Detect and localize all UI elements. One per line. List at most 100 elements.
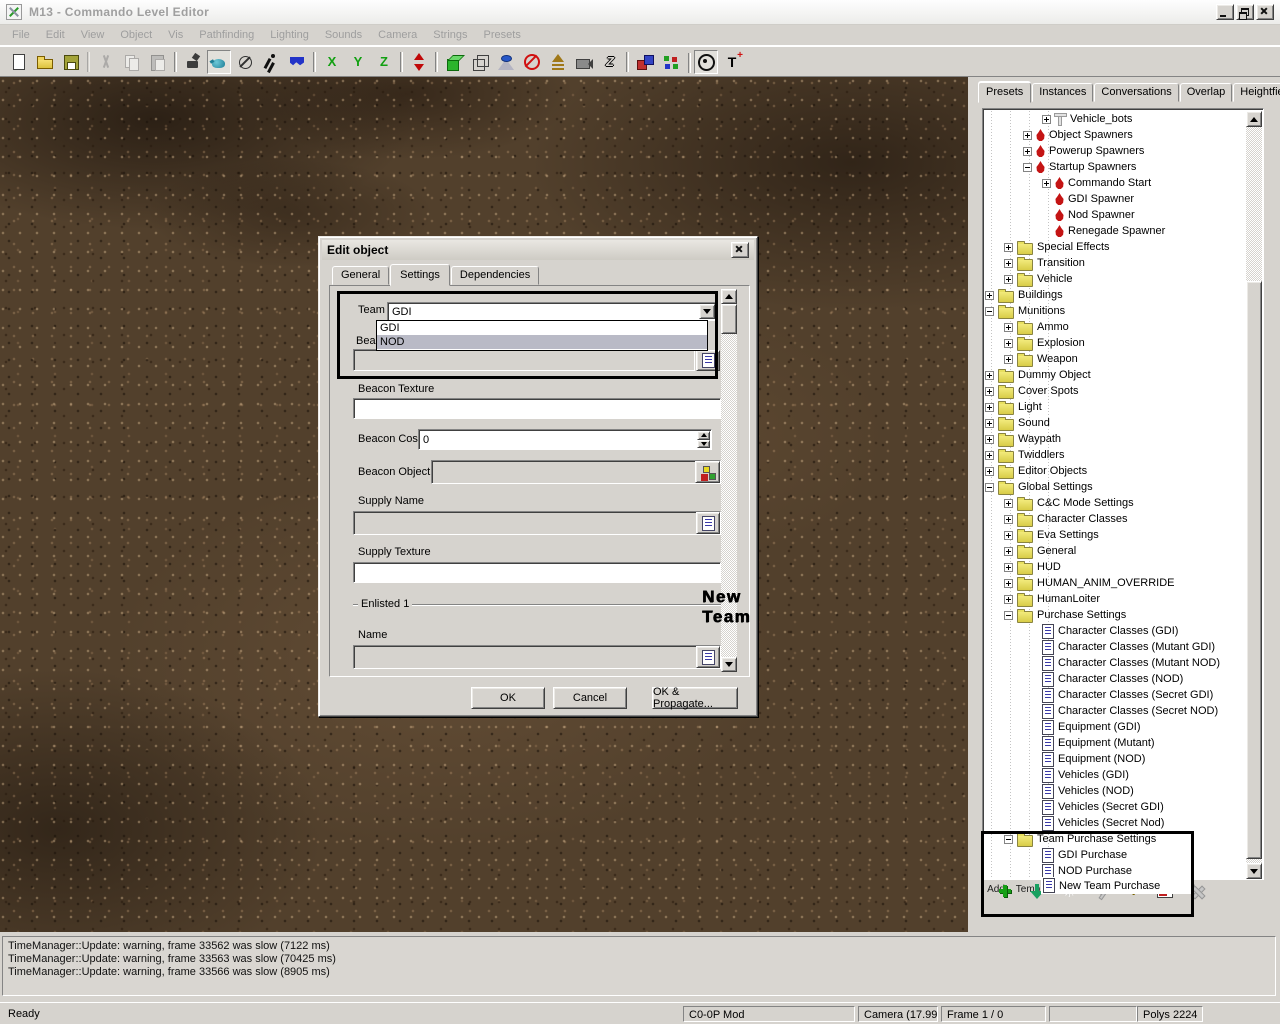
new-file-button[interactable] <box>7 50 31 74</box>
tree-row[interactable]: Character Classes (Mutant GDI) <box>985 639 1245 655</box>
tree-expander[interactable] <box>985 371 994 380</box>
dialog-tab[interactable]: Settings <box>390 264 450 286</box>
axis-z-button[interactable]: Z <box>372 50 396 74</box>
tree-row[interactable]: HUD <box>985 559 1245 575</box>
team-option[interactable]: GDI <box>377 321 707 335</box>
tree-expander[interactable] <box>985 291 994 300</box>
supply-name-field[interactable] <box>353 511 721 535</box>
cancel-button[interactable]: Cancel <box>553 687 627 709</box>
tree-row[interactable]: Dummy Object <box>985 367 1245 383</box>
panel-tab[interactable]: Overlap <box>1180 83 1233 102</box>
tree-row[interactable]: Munitions <box>985 303 1245 319</box>
tree-expander[interactable] <box>1004 243 1013 252</box>
dialog-tab[interactable]: General <box>332 266 389 285</box>
scroll-up-button[interactable] <box>721 289 737 304</box>
tree-expander[interactable] <box>1023 163 1032 172</box>
tree-expander[interactable] <box>1004 275 1013 284</box>
tree-row[interactable]: Startup Spawners <box>985 159 1245 175</box>
add-button[interactable]: Add <box>980 883 1012 895</box>
restore-button[interactable] <box>1236 4 1254 20</box>
beacon-object-picker-button[interactable] <box>695 461 720 483</box>
eye-circle-button[interactable] <box>694 50 718 74</box>
tree-expander[interactable] <box>1004 323 1013 332</box>
beacon-cost-input[interactable] <box>421 432 698 447</box>
tree-row[interactable]: Powerup Spawners <box>985 143 1245 159</box>
tree-expander[interactable] <box>1042 115 1051 124</box>
tree-row[interactable]: Equipment (Mutant) <box>985 735 1245 751</box>
tree-row[interactable]: Character Classes (GDI) <box>985 623 1245 639</box>
tree-row[interactable]: Commando Start <box>985 175 1245 191</box>
tree-row[interactable]: Special Effects <box>985 239 1245 255</box>
tree-expander[interactable] <box>985 467 994 476</box>
tree-row[interactable]: Waypath <box>985 431 1245 447</box>
spin-up-button[interactable] <box>697 431 710 440</box>
rotate-axis-button[interactable] <box>233 50 257 74</box>
paste-button[interactable] <box>146 50 170 74</box>
beacon-name-field[interactable] <box>353 349 695 371</box>
tree-row[interactable]: Buildings <box>985 287 1245 303</box>
camera-side-button[interactable] <box>572 50 596 74</box>
name-field[interactable] <box>353 645 721 669</box>
tree-row[interactable]: Twiddlers <box>985 447 1245 463</box>
tree-expander[interactable] <box>1004 595 1013 604</box>
tree-row[interactable]: Character Classes (NOD) <box>985 671 1245 687</box>
tree-row[interactable]: Vehicle <box>985 271 1245 287</box>
tree-row[interactable]: Transition <box>985 255 1245 271</box>
rgb-dots-button[interactable] <box>659 50 683 74</box>
tree-expander[interactable] <box>1004 579 1013 588</box>
minimize-button[interactable] <box>1216 4 1234 20</box>
tree-expander[interactable] <box>985 307 994 316</box>
eject-up-button[interactable] <box>546 50 570 74</box>
text-tool-button[interactable]: T <box>720 50 744 74</box>
open-file-button[interactable] <box>33 50 57 74</box>
beacon-name-picker-button[interactable] <box>696 350 720 371</box>
tree-expander[interactable] <box>1004 531 1013 540</box>
scroll-down-button[interactable] <box>1246 863 1262 879</box>
panel-tab[interactable]: Instances <box>1032 83 1093 102</box>
tree-row[interactable]: C&C Mode Settings <box>985 495 1245 511</box>
tree-expander[interactable] <box>1004 499 1013 508</box>
tree-expander[interactable] <box>985 403 994 412</box>
ok-button[interactable]: OK <box>471 687 545 709</box>
tree-row[interactable]: HumanLoiter <box>985 591 1245 607</box>
axis-y-button[interactable]: Y <box>346 50 370 74</box>
panel-tab[interactable]: Presets <box>978 82 1031 103</box>
tree-row[interactable]: Vehicles (GDI) <box>985 767 1245 783</box>
vertical-arrows-button[interactable] <box>407 50 431 74</box>
cube-pair-button[interactable] <box>633 50 657 74</box>
tree-row[interactable]: Vehicles (NOD) <box>985 783 1245 799</box>
scroll-up-button[interactable] <box>1246 111 1262 127</box>
tree-row[interactable]: Sound <box>985 415 1245 431</box>
scroll-down-button[interactable] <box>721 657 737 672</box>
z-polygon-button[interactable]: Z <box>598 50 622 74</box>
tree-row[interactable]: Vehicles (Secret GDI) <box>985 799 1245 815</box>
tree-row[interactable]: Global Settings <box>985 479 1245 495</box>
tree-expander[interactable] <box>1004 563 1013 572</box>
tree-expander[interactable] <box>1023 131 1032 140</box>
save-file-button[interactable] <box>59 50 83 74</box>
tree-row[interactable]: Vehicle_bots <box>985 111 1245 127</box>
dialog-tab[interactable]: Dependencies <box>451 266 539 285</box>
eye-triangle-button[interactable] <box>494 50 518 74</box>
tree-row-new-team-purchase[interactable]: New Team Purchase <box>1041 877 1193 894</box>
tree-expander[interactable] <box>1004 259 1013 268</box>
eye-blocked-button[interactable] <box>520 50 544 74</box>
scrollbar-thumb[interactable] <box>721 304 737 334</box>
tree-row[interactable]: HUMAN_ANIM_OVERRIDE <box>985 575 1245 591</box>
tree-expander[interactable] <box>1004 515 1013 524</box>
tree-row[interactable]: Character Classes (Secret NOD) <box>985 703 1245 719</box>
flag-waypoint-button[interactable] <box>285 50 309 74</box>
temp-button[interactable]: Temp <box>1012 883 1044 895</box>
tree-expander[interactable] <box>1004 339 1013 348</box>
tree-expander[interactable] <box>1004 835 1013 844</box>
tree-expander[interactable] <box>985 451 994 460</box>
combo-dropdown-arrow[interactable] <box>699 304 715 319</box>
tree-row[interactable]: Eva Settings <box>985 527 1245 543</box>
supply-texture-input[interactable] <box>356 565 722 580</box>
spray-tool-button[interactable] <box>181 50 205 74</box>
tree-expander[interactable] <box>1004 547 1013 556</box>
tree-expander[interactable] <box>1042 179 1051 188</box>
render-teapot-button[interactable] <box>207 50 231 74</box>
tree-row[interactable]: Nod Spawner <box>985 207 1245 223</box>
tree-row[interactable]: Explosion <box>985 335 1245 351</box>
